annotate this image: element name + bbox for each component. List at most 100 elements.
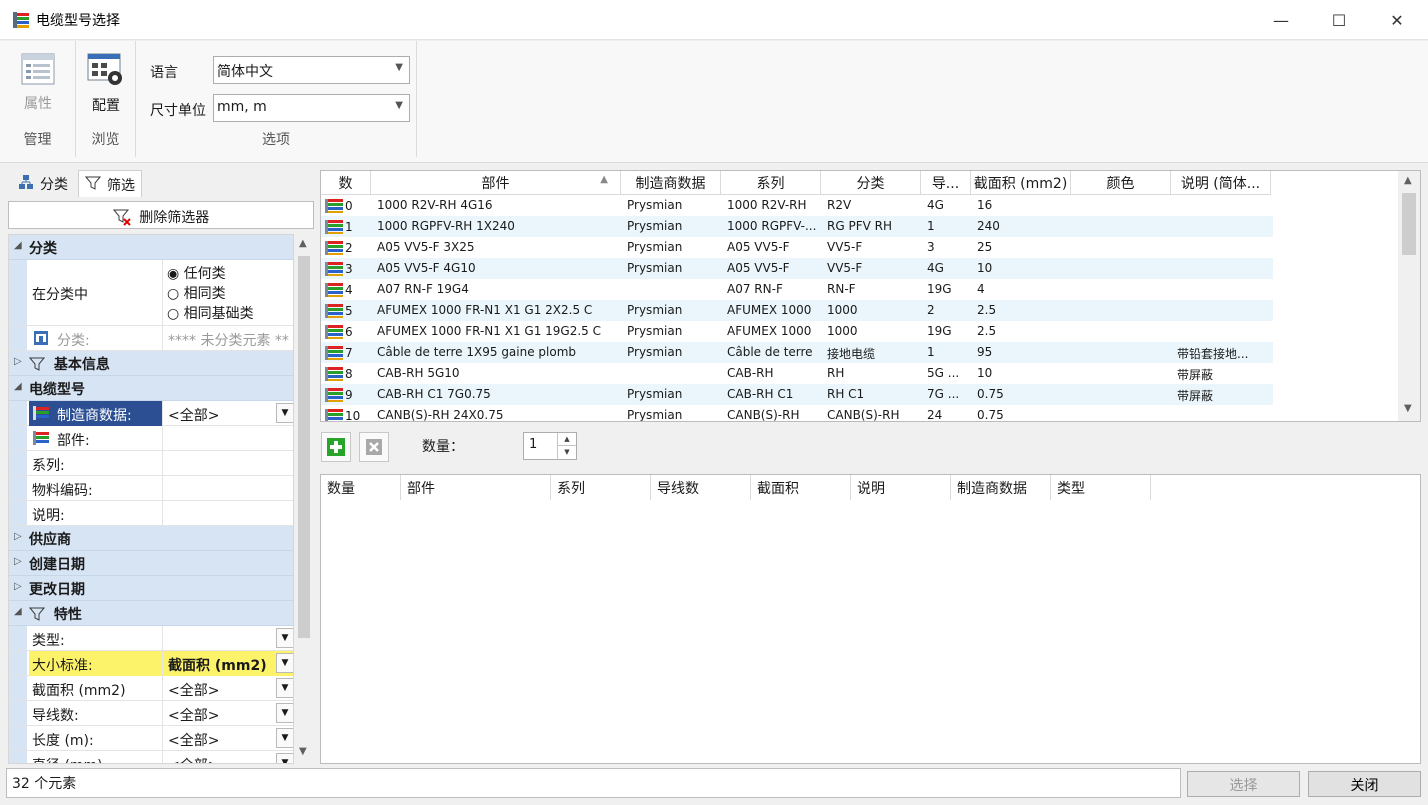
section-supplier[interactable]: ▷ 供应商 xyxy=(9,526,293,551)
table-row[interactable]: 0 1000 R2V-RH 4G16 Prysmian 1000 R2V-RH R2V 4… xyxy=(321,195,1273,216)
chevron-down-icon[interactable]: ▼ xyxy=(276,628,293,648)
column-header[interactable]: 截面积 xyxy=(751,475,851,500)
filter-row-size-standard[interactable]: 大小标准: 截面积 (mm2) ▼ xyxy=(9,651,293,676)
filter-row-conductors[interactable]: 导线数: <全部> ▼ xyxy=(9,701,293,726)
column-header[interactable]: 制造商数据 xyxy=(951,475,1051,500)
filter-row-value[interactable]: <全部> xyxy=(163,676,293,701)
table-row[interactable]: 9 CAB-RH C1 7G0.75 Prysmian CAB-RH C1 RH C1 7… xyxy=(321,384,1273,405)
filter-row-type[interactable]: 类型: ▼ xyxy=(9,626,293,651)
table-row[interactable]: 2 A05 VV5-F 3X25 Prysmian A05 VV5-F VV5-F 3 25 xyxy=(321,237,1273,258)
table-row[interactable]: 10 CANB(S)-RH 24X0.75 Prysmian CANB(S)-RH CA… xyxy=(321,405,1273,422)
chevron-down-icon[interactable]: ▼ xyxy=(276,678,293,698)
column-header[interactable]: 说明 xyxy=(851,475,951,500)
language-select[interactable]: 简体中文 ▼ xyxy=(213,56,410,84)
column-header[interactable]: 导线数 xyxy=(651,475,751,500)
chevron-down-icon[interactable]: ▼ xyxy=(276,653,293,673)
quantity-stepper[interactable]: 1 ▲ ▼ xyxy=(523,432,577,460)
filter-row-value[interactable] xyxy=(163,626,293,651)
scroll-up-icon[interactable]: ▲ xyxy=(1404,175,1412,186)
filter-row-value[interactable]: <全部> xyxy=(163,701,293,726)
tab-category[interactable]: 分类 xyxy=(12,170,74,197)
filter-row-value[interactable] xyxy=(163,476,293,501)
table-row[interactable]: 8 CAB-RH 5G10 CAB-RH RH 5G ... 10 带屏蔽 xyxy=(321,363,1273,384)
select-button[interactable]: 选择 xyxy=(1187,771,1300,797)
unit-select[interactable]: mm, m ▼ xyxy=(213,94,410,122)
filter-row-manufacturer[interactable]: 制造商数据: <全部> ▼ xyxy=(9,401,293,426)
properties-button[interactable]: 属性 xyxy=(10,49,66,123)
column-header[interactable]: 制造商数据 xyxy=(621,171,721,195)
filter-row-value[interactable]: <全部> xyxy=(163,401,293,426)
column-header[interactable]: 颜色 xyxy=(1071,171,1171,195)
add-button[interactable] xyxy=(321,432,351,462)
filter-row-material-code[interactable]: 物料编码: xyxy=(9,476,293,501)
radio-same-base-class[interactable]: ○ 相同基础类 xyxy=(167,304,289,324)
spin-up-icon[interactable]: ▲ xyxy=(558,433,576,446)
filter-row-cross-section[interactable]: 截面积 (mm2) <全部> ▼ xyxy=(9,676,293,701)
table-cell: RH C1 xyxy=(827,387,865,401)
section-properties[interactable]: ◢ 特性 xyxy=(9,601,293,626)
scroll-thumb[interactable] xyxy=(298,256,310,638)
filter-row-series[interactable]: 系列: xyxy=(9,451,293,476)
column-header[interactable]: 说明 (简体... xyxy=(1171,171,1271,195)
cable-icon xyxy=(325,388,343,402)
section-basic-info[interactable]: ▷ 基本信息 xyxy=(9,351,293,376)
section-basic-info-label: 基本信息 xyxy=(53,357,110,373)
filter-row-diameter[interactable]: 直径 (mm) <全部> ▼ xyxy=(9,751,293,763)
table-cell: Prysmian xyxy=(627,219,683,233)
scroll-down-icon[interactable]: ▼ xyxy=(299,746,307,757)
section-created[interactable]: ▷ 创建日期 xyxy=(9,551,293,576)
column-header[interactable]: 分类 xyxy=(821,171,921,195)
radio-any-class[interactable]: ◉ 任何类 xyxy=(167,264,289,284)
filter-scrollbar[interactable]: ▲ ▼ xyxy=(295,234,313,764)
column-header-part[interactable]: 部件 ▲ xyxy=(371,171,621,195)
section-cable-type[interactable]: ◢ 电缆型号 xyxy=(9,376,293,401)
table-scrollbar[interactable]: ▲ ▼ xyxy=(1398,171,1420,421)
scroll-thumb[interactable] xyxy=(1402,193,1416,255)
table-row[interactable]: 7 Câble de terre 1X95 gaine plomb Prysmian… xyxy=(321,342,1273,363)
filter-row-value[interactable] xyxy=(163,501,293,526)
plus-icon xyxy=(327,438,345,456)
config-button[interactable]: 配置 xyxy=(78,49,134,123)
maximize-button[interactable]: ☐ xyxy=(1310,0,1368,40)
remove-button[interactable] xyxy=(359,432,389,462)
filter-row-part[interactable]: 部件: xyxy=(9,426,293,451)
table-row[interactable]: 6 AFUMEX 1000 FR-N1 X1 G1 19G2.5 C Prysmia… xyxy=(321,321,1273,342)
cable-icon xyxy=(325,409,343,421)
column-header[interactable]: 截面积 (mm2) xyxy=(971,171,1071,195)
tab-filter[interactable]: 筛选 xyxy=(78,170,142,197)
table-row[interactable]: 1 1000 RGPFV-RH 1X240 Prysmian 1000 RGPFV-.… xyxy=(321,216,1273,237)
column-header[interactable]: 类型 xyxy=(1051,475,1151,500)
column-header[interactable]: 导... xyxy=(921,171,971,195)
column-header[interactable]: 数 xyxy=(321,171,371,195)
table-row[interactable]: 4 A07 RN-F 19G4 A07 RN-F RN-F 19G 4 xyxy=(321,279,1273,300)
table-cell: Prysmian xyxy=(627,408,683,422)
spin-down-icon[interactable]: ▼ xyxy=(558,446,576,459)
section-modified[interactable]: ▷ 更改日期 xyxy=(9,576,293,601)
filter-row-value[interactable] xyxy=(163,451,293,476)
scroll-up-icon[interactable]: ▲ xyxy=(299,238,307,249)
chevron-down-icon[interactable]: ▼ xyxy=(276,703,293,723)
filter-row-description[interactable]: 说明: xyxy=(9,501,293,526)
close-window-button[interactable]: ✕ xyxy=(1368,0,1426,40)
chevron-down-icon[interactable]: ▼ xyxy=(276,753,293,763)
column-header[interactable]: 系列 xyxy=(721,171,821,195)
filter-row-value[interactable]: 截面积 (mm2) xyxy=(163,651,293,676)
chevron-down-icon: ▼ xyxy=(395,100,403,111)
table-row[interactable]: 5 AFUMEX 1000 FR-N1 X1 G1 2X2.5 C Prysmian… xyxy=(321,300,1273,321)
close-button[interactable]: 关闭 xyxy=(1308,771,1421,797)
filter-row-value[interactable] xyxy=(163,426,293,451)
filter-row-value[interactable]: <全部> xyxy=(163,726,293,751)
filter-row-value[interactable]: <全部> xyxy=(163,751,293,763)
minimize-button[interactable]: — xyxy=(1252,0,1310,40)
delete-filter-button[interactable]: 删除筛选器 xyxy=(8,201,314,229)
column-header[interactable]: 数量 xyxy=(321,475,401,500)
column-header[interactable]: 系列 xyxy=(551,475,651,500)
section-category[interactable]: ◢ 分类 xyxy=(9,235,293,260)
scroll-down-icon[interactable]: ▼ xyxy=(1404,403,1412,414)
table-row[interactable]: 3 A05 VV5-F 4G10 Prysmian A05 VV5-F VV5-F 4G 1… xyxy=(321,258,1273,279)
filter-row-length[interactable]: 长度 (m): <全部> ▼ xyxy=(9,726,293,751)
column-header[interactable]: 部件 xyxy=(401,475,551,500)
chevron-down-icon[interactable]: ▼ xyxy=(276,728,293,748)
chevron-down-icon[interactable]: ▼ xyxy=(276,403,293,423)
radio-same-class[interactable]: ○ 相同类 xyxy=(167,284,289,304)
